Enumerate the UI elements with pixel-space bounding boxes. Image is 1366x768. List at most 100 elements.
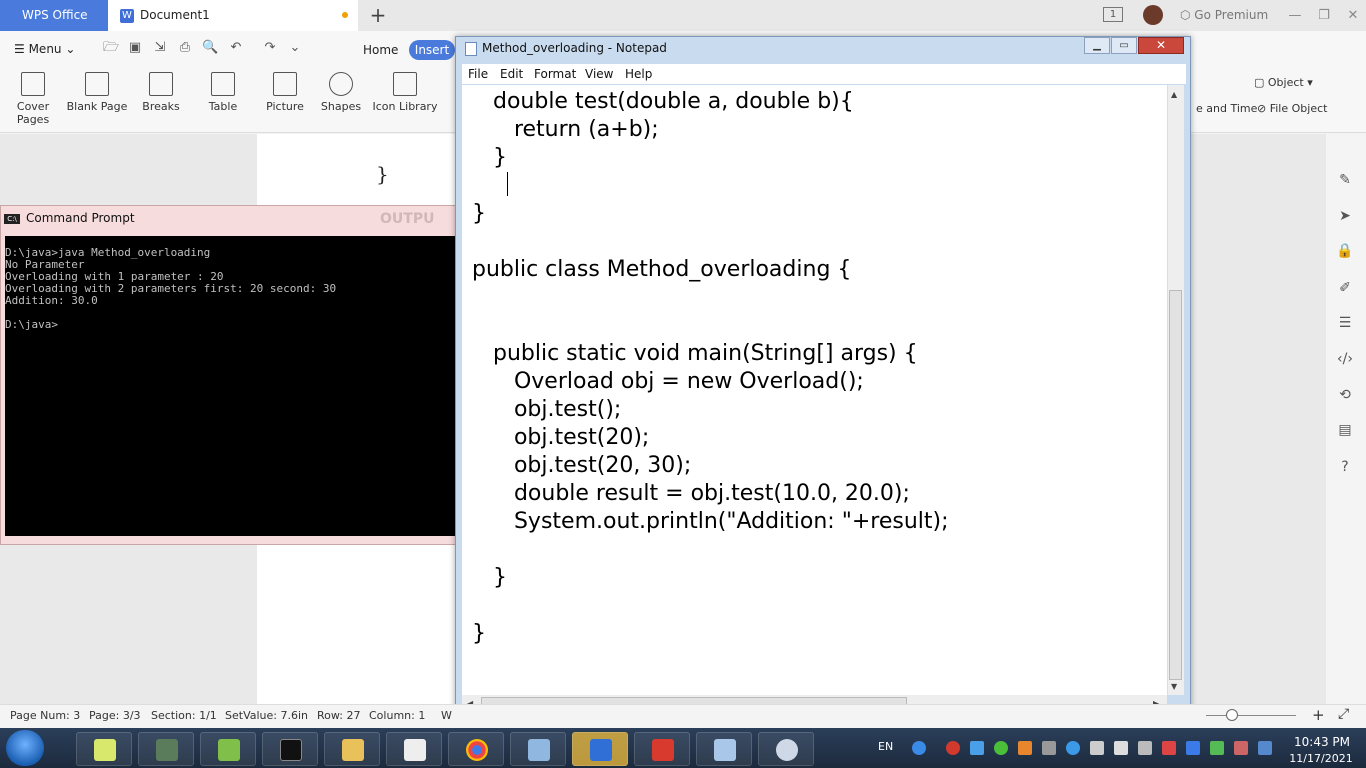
action-center-flag-icon[interactable]: [1162, 741, 1176, 755]
menu-button[interactable]: ☰ Menu ⌄: [14, 41, 75, 57]
undo-icon[interactable]: ↶: [228, 41, 244, 55]
menu-help[interactable]: Help: [625, 67, 652, 81]
scroll-down-icon[interactable]: ▼: [1171, 682, 1177, 691]
taskbar-app-virtualbox[interactable]: [510, 732, 566, 766]
zoom-slider-handle[interactable]: [1226, 709, 1238, 721]
go-premium-button[interactable]: ⬡ Go Premium: [1180, 0, 1268, 31]
code-icon[interactable]: ‹/›: [1336, 350, 1354, 368]
page-count-indicator[interactable]: 1: [1103, 7, 1123, 22]
bluetooth-icon[interactable]: [1186, 741, 1200, 755]
onedrive-icon[interactable]: [970, 741, 984, 755]
display-tray-icon[interactable]: [1258, 741, 1272, 755]
clock-date[interactable]: 11/17/2021: [1286, 752, 1356, 765]
open-icon[interactable]: 🗁: [103, 41, 119, 55]
table-button[interactable]: Table: [200, 72, 246, 113]
taskbar-app-wps[interactable]: [634, 732, 690, 766]
start-button[interactable]: [6, 730, 44, 766]
file-object-button[interactable]: ⊘ File Object: [1257, 102, 1327, 115]
select-pointer-icon[interactable]: ➤: [1336, 207, 1354, 225]
app-tray-icon[interactable]: [1018, 741, 1032, 755]
avatar[interactable]: [1143, 5, 1163, 25]
input-language[interactable]: EN: [878, 740, 893, 753]
zoom-slider-track[interactable]: [1206, 715, 1296, 716]
status-page-num[interactable]: Page Num: 3: [10, 709, 80, 722]
print-preview-icon[interactable]: 🔍: [202, 41, 218, 55]
torrent-icon[interactable]: [994, 741, 1008, 755]
help-tray-icon[interactable]: [912, 741, 926, 755]
date-time-button[interactable]: e and Time: [1196, 102, 1257, 115]
review-icon[interactable]: ✐: [1336, 279, 1354, 297]
console-output[interactable]: D:\java>java Method_overloading No Parame…: [5, 236, 455, 536]
taskbar-app-notepadpp[interactable]: [200, 732, 256, 766]
taskbar-app-paint[interactable]: [758, 732, 814, 766]
taskbar-app-paint3d[interactable]: [572, 732, 628, 766]
usb-icon[interactable]: [1114, 741, 1128, 755]
document-tab[interactable]: W Document1: [108, 0, 358, 31]
breaks-button[interactable]: Breaks: [138, 72, 184, 113]
taskbar-app-chrome[interactable]: [448, 732, 504, 766]
vertical-scroll-thumb[interactable]: [1169, 290, 1182, 680]
status-word-count[interactable]: W: [441, 709, 452, 722]
redo-icon[interactable]: ↷: [262, 41, 278, 55]
status-page[interactable]: Page: 3/3: [89, 709, 141, 722]
status-section[interactable]: Section: 1/1: [151, 709, 217, 722]
help-icon[interactable]: ?: [1336, 458, 1354, 476]
taskbar-app-cmd[interactable]: [262, 732, 318, 766]
menu-format[interactable]: Format: [534, 67, 576, 81]
go-premium-label: Go Premium: [1194, 8, 1269, 22]
settings-tray-icon[interactable]: [1234, 741, 1248, 755]
notepad-minimize-button[interactable]: ▁: [1084, 37, 1110, 54]
save-icon[interactable]: ▣: [127, 41, 143, 55]
status-row[interactable]: Row: 27: [317, 709, 360, 722]
outline-icon[interactable]: ▤: [1336, 421, 1354, 439]
taskbar-app-sticky-notes[interactable]: [76, 732, 132, 766]
tab-insert[interactable]: Insert: [409, 40, 455, 60]
menu-file[interactable]: File: [468, 67, 488, 81]
taskbar-app-notepad[interactable]: [696, 732, 752, 766]
notepad-taskbar-icon: [714, 739, 736, 761]
blank-page-label: Blank Page: [66, 100, 128, 113]
fullscreen-icon[interactable]: ⤢: [1338, 706, 1349, 722]
notepad-maximize-button[interactable]: ▭: [1111, 37, 1137, 54]
history-icon[interactable]: ⟲: [1336, 386, 1354, 404]
wps-icon: [652, 739, 674, 761]
taskbar-app-calendar[interactable]: [386, 732, 442, 766]
cover-pages-button[interactable]: Cover Pages: [12, 72, 54, 126]
network-icon[interactable]: [1138, 741, 1152, 755]
shapes-button[interactable]: Shapes: [316, 72, 366, 113]
shapes-label: Shapes: [320, 100, 362, 113]
customize-icon[interactable]: ⌄: [287, 41, 303, 55]
picture-button[interactable]: Picture: [260, 72, 310, 113]
menu-edit[interactable]: Edit: [500, 67, 523, 81]
print-icon[interactable]: ⎙: [177, 41, 193, 55]
edit-pen-icon[interactable]: ✎: [1336, 171, 1354, 189]
close-button[interactable]: ✕: [1338, 0, 1366, 31]
status-set-value[interactable]: SetValue: 7.6in: [225, 709, 308, 722]
new-tab-button[interactable]: +: [366, 0, 390, 31]
mcafee-icon[interactable]: [946, 741, 960, 755]
export-icon[interactable]: ⇲: [152, 41, 168, 55]
minimize-button[interactable]: —: [1280, 0, 1310, 31]
code-line: double test(double a, double b){: [472, 89, 854, 114]
battery-icon[interactable]: [1210, 741, 1224, 755]
status-column[interactable]: Column: 1: [369, 709, 425, 722]
tab-home[interactable]: Home: [363, 43, 398, 57]
menu-view[interactable]: View: [585, 67, 613, 81]
taskbar-app-computer[interactable]: [138, 732, 194, 766]
table-icon: [211, 72, 235, 96]
signal-icon[interactable]: [1042, 741, 1056, 755]
restore-button[interactable]: ❐: [1309, 0, 1339, 31]
taskbar-app-explorer[interactable]: [324, 732, 380, 766]
icon-library-button[interactable]: Icon Library: [372, 72, 438, 113]
scroll-up-icon[interactable]: ▲: [1171, 90, 1177, 99]
clock-time[interactable]: 10:43 PM: [1292, 735, 1352, 749]
lock-icon[interactable]: 🔒: [1336, 242, 1354, 260]
wps-office-tab[interactable]: WPS Office: [0, 0, 108, 31]
object-button[interactable]: ▢ Object ▾: [1254, 76, 1313, 89]
zoom-in-icon[interactable]: +: [1312, 706, 1325, 724]
settings-sliders-icon[interactable]: ☰: [1336, 314, 1354, 332]
notepad-close-button[interactable]: ✕: [1138, 37, 1184, 54]
sync-icon[interactable]: [1066, 741, 1080, 755]
volume-muted-icon[interactable]: [1090, 741, 1104, 755]
blank-page-button[interactable]: Blank Page: [62, 72, 132, 113]
